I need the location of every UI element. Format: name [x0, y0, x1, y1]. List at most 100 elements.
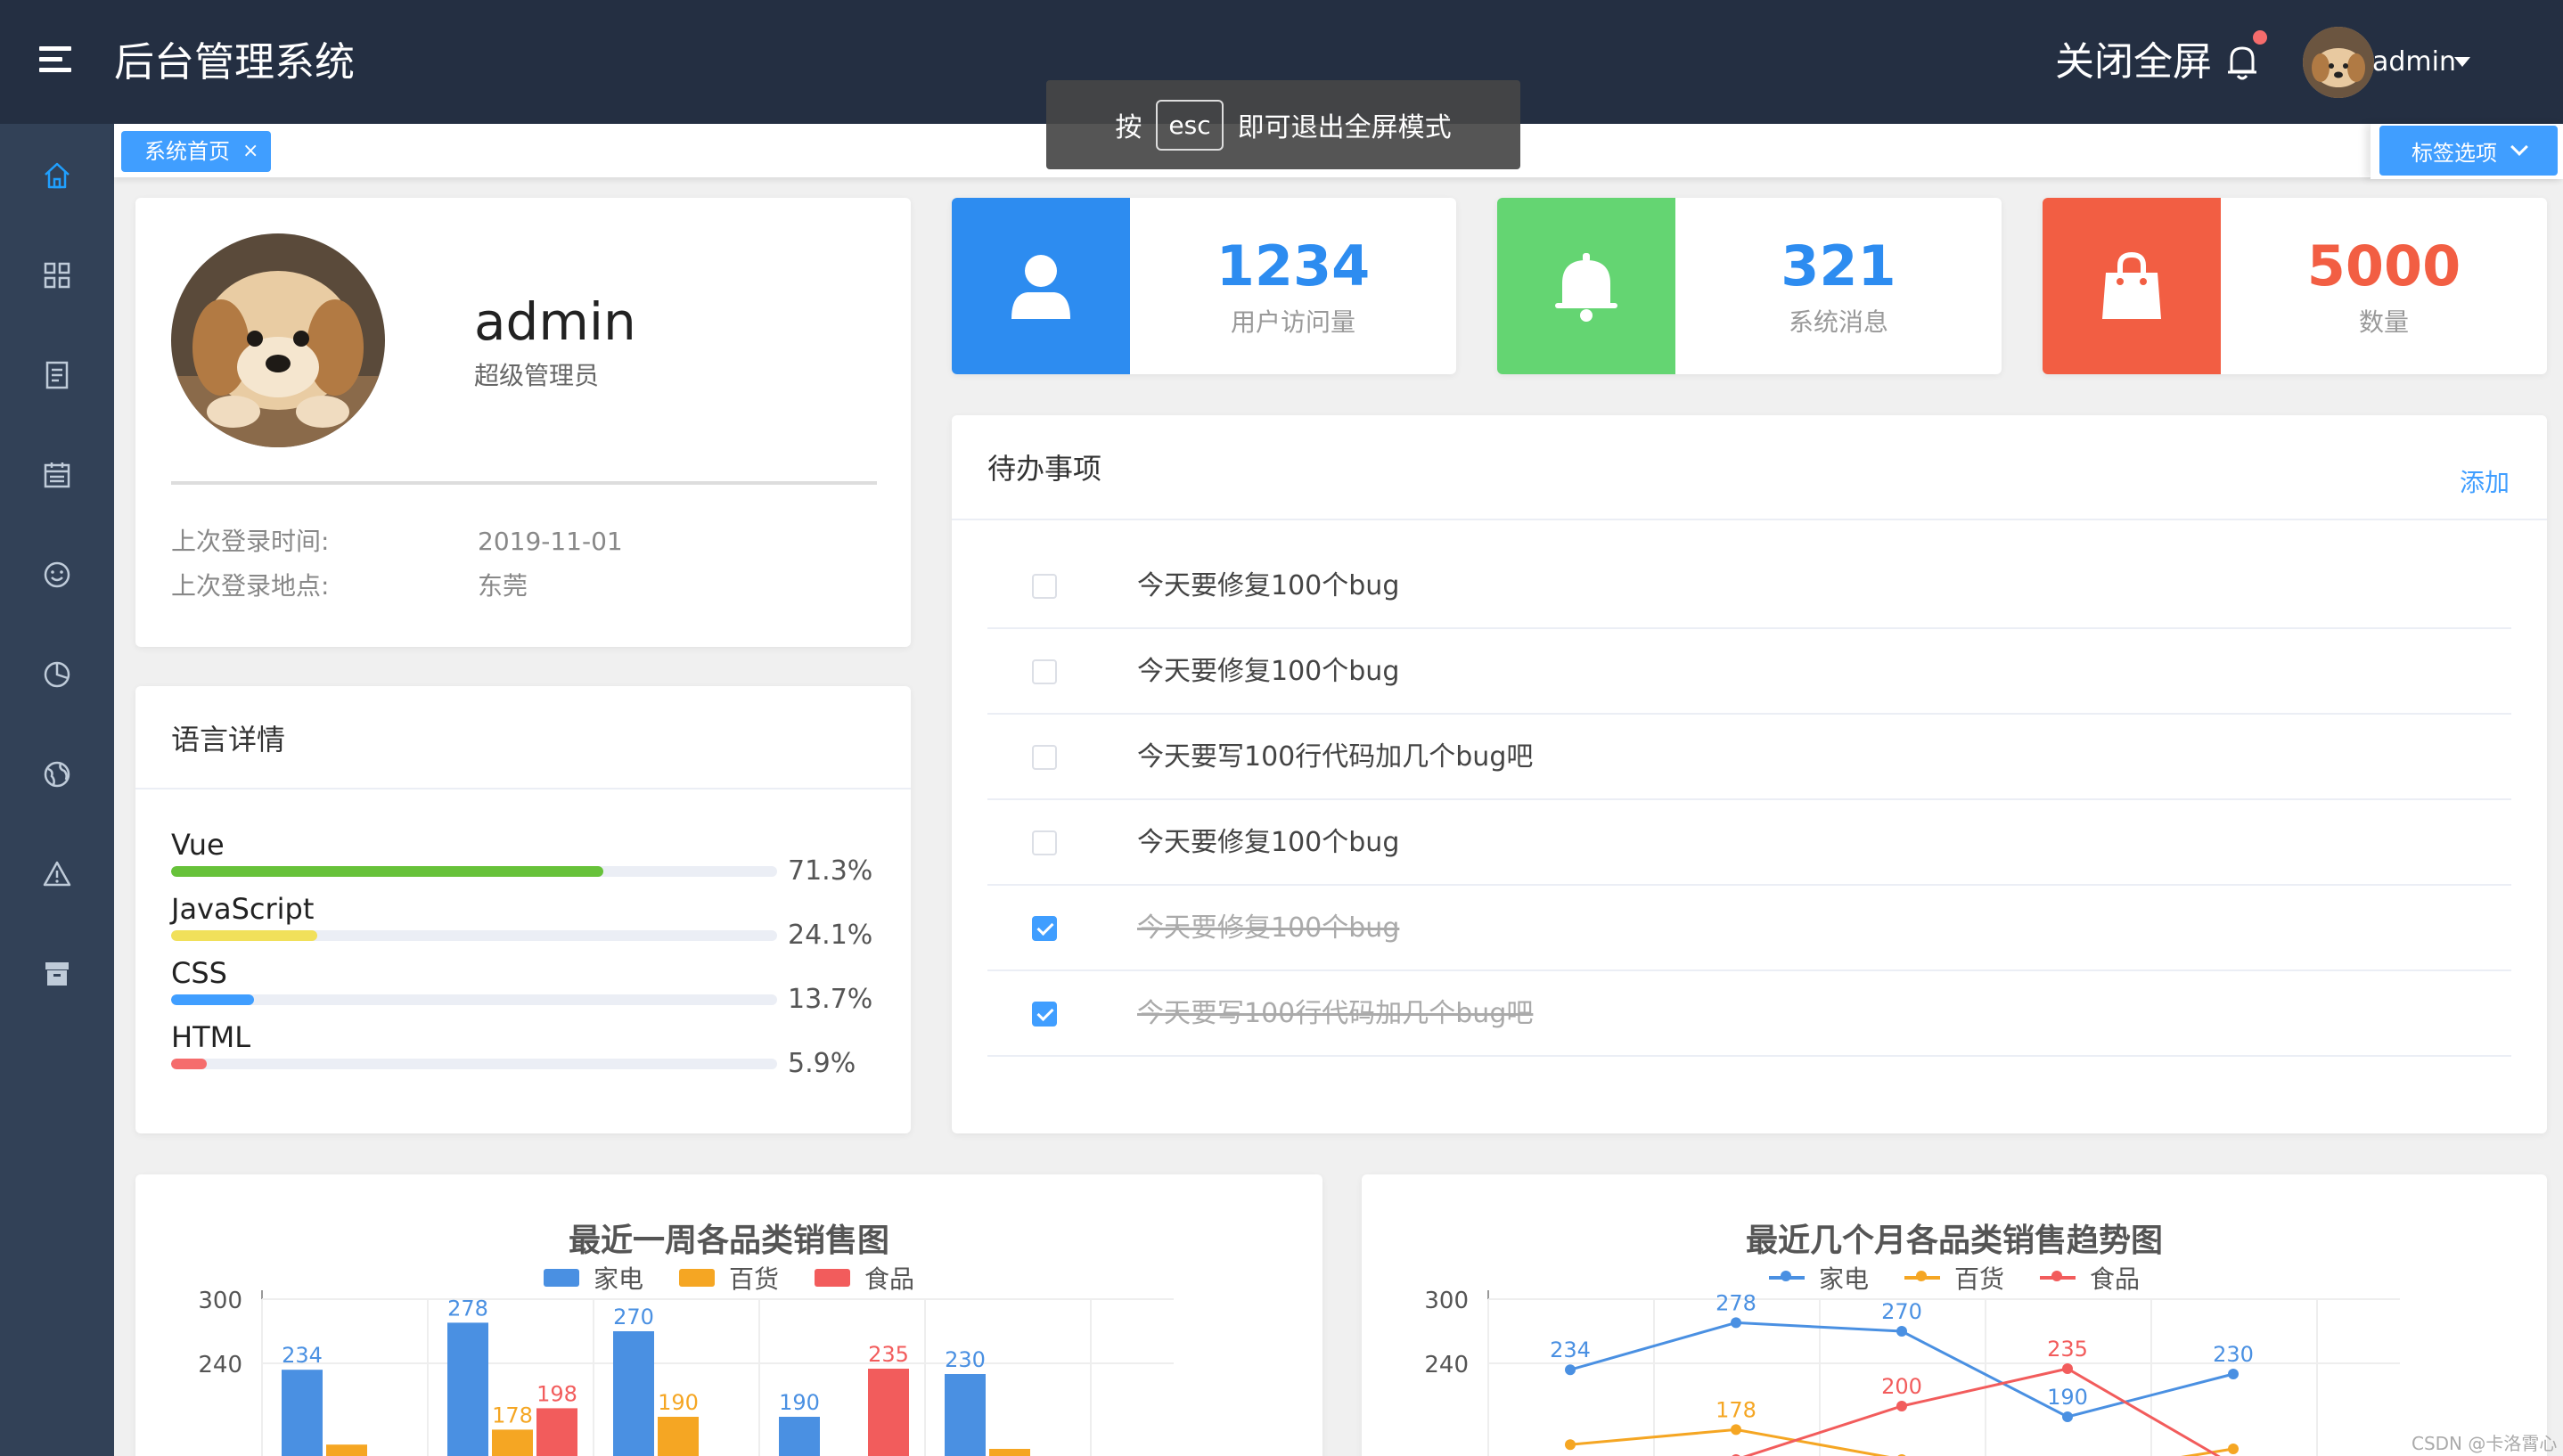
- todo-checkbox[interactable]: [1032, 830, 1057, 855]
- bar[interactable]: [779, 1417, 820, 1456]
- todo-checkbox[interactable]: [1032, 745, 1057, 770]
- sidebar-item-document[interactable]: [39, 357, 75, 393]
- language-progress-fill: [171, 866, 603, 877]
- language-name: CSS: [171, 956, 227, 990]
- todo-checkbox[interactable]: [1032, 659, 1057, 684]
- bar[interactable]: [536, 1408, 577, 1456]
- monthly-sales-line-chart-card: 最近几个月各品类销售趋势图 家电 百货 食品 300 240 234 278 270 190 2…: [1362, 1174, 2547, 1456]
- todo-checkbox[interactable]: [1032, 1002, 1057, 1027]
- bar[interactable]: [492, 1429, 533, 1456]
- point-value-label: 234: [1550, 1337, 1591, 1362]
- user-name[interactable]: admin: [2372, 45, 2456, 80]
- pie-chart-icon: [44, 661, 70, 688]
- profile-name: admin: [474, 291, 636, 352]
- stat-icon-box: [2043, 198, 2221, 374]
- smile-icon: [44, 561, 70, 588]
- data-point[interactable]: [1565, 1364, 1576, 1376]
- point-value-label: 230: [2213, 1342, 2254, 1367]
- bar[interactable]: [282, 1370, 323, 1456]
- sidebar-item-warning[interactable]: [39, 856, 75, 892]
- user-icon: [1011, 255, 1070, 319]
- sidebar-item-calendar[interactable]: [39, 457, 75, 493]
- bar[interactable]: [945, 1374, 986, 1456]
- notification-dot: [2253, 30, 2267, 45]
- tag-home[interactable]: 系统首页 ×: [121, 131, 272, 172]
- bar-value-label: 190: [658, 1390, 699, 1415]
- bar[interactable]: [613, 1331, 654, 1456]
- close-icon[interactable]: ×: [242, 131, 258, 172]
- warning-icon: [43, 861, 71, 887]
- data-point[interactable]: [1731, 1424, 1741, 1436]
- last-login-place: 东莞: [478, 571, 528, 601]
- bar[interactable]: [447, 1322, 488, 1456]
- data-point[interactable]: [1565, 1439, 1576, 1451]
- language-progress-bar: [171, 1059, 777, 1069]
- data-point[interactable]: [2062, 1411, 2073, 1422]
- stat-card-quantity: 5000 数量: [2043, 198, 2547, 374]
- language-percent: 13.7%: [788, 984, 873, 1015]
- point-value-label: 178: [1715, 1397, 1756, 1422]
- sidebar-item-archive[interactable]: [39, 956, 75, 992]
- tag-options-button[interactable]: 标签选项: [2379, 126, 2558, 176]
- bar[interactable]: [326, 1444, 367, 1456]
- data-point[interactable]: [2062, 1363, 2073, 1374]
- exit-fullscreen-button[interactable]: 关闭全屏: [2055, 36, 2212, 89]
- notification-bell-icon[interactable]: [2224, 43, 2260, 82]
- toast-prefix: 按: [1115, 112, 1142, 143]
- todo-checkbox[interactable]: [1032, 574, 1057, 599]
- bar-value-label: 235: [868, 1342, 909, 1367]
- todo-text: 今天要修复100个bug: [1137, 570, 1400, 601]
- document-icon: [45, 361, 69, 389]
- bar-value-label: 270: [613, 1305, 654, 1329]
- stat-value: 5000: [2306, 233, 2461, 299]
- sidebar-item-i18n[interactable]: [39, 757, 75, 792]
- sidebar-item-emoji[interactable]: [39, 557, 75, 593]
- tag-label: 系统首页: [144, 139, 230, 164]
- menu-toggle-icon[interactable]: [39, 46, 71, 75]
- y-tick-label: 300: [1424, 1288, 1469, 1314]
- user-avatar[interactable]: [2303, 27, 2374, 98]
- stat-card-messages: 321 系统消息: [1497, 198, 2002, 374]
- point-value-label: 190: [2047, 1385, 2088, 1410]
- language-progress-bar: [171, 994, 777, 1005]
- sidebar-item-grid[interactable]: [39, 258, 75, 293]
- bell-icon: [1555, 253, 1617, 322]
- bar-value-label: 190: [779, 1390, 820, 1415]
- tag-options-label: 标签选项: [2412, 140, 2497, 166]
- point-value-label: 200: [1881, 1374, 1922, 1399]
- series-line: [1569, 1427, 2234, 1456]
- stat-label: 用户访问量: [1230, 307, 1355, 337]
- point-value-label: 235: [2047, 1337, 2088, 1362]
- user-dropdown-caret-icon[interactable]: [2454, 57, 2470, 67]
- profile-role: 超级管理员: [474, 361, 600, 390]
- bar[interactable]: [989, 1449, 1030, 1456]
- bar-value-label: 230: [945, 1347, 986, 1372]
- language-name: HTML: [171, 1020, 251, 1054]
- language-progress-fill: [171, 994, 255, 1005]
- app-title: 后台管理系统: [114, 38, 356, 86]
- data-point[interactable]: [1896, 1326, 1907, 1337]
- data-point[interactable]: [1731, 1317, 1741, 1329]
- sidebar: [0, 124, 114, 1456]
- sidebar-item-home[interactable]: [39, 158, 75, 193]
- bar-value-label: 234: [282, 1343, 323, 1368]
- y-tick-label: 240: [198, 1352, 242, 1378]
- todo-checkbox[interactable]: [1032, 916, 1057, 941]
- bar[interactable]: [658, 1417, 699, 1456]
- todo-item: 今天要修复100个bug: [987, 886, 2511, 971]
- language-progress-fill: [171, 1059, 208, 1069]
- data-point[interactable]: [2228, 1444, 2239, 1454]
- bar[interactable]: [868, 1369, 909, 1456]
- language-card-title: 语言详情: [171, 723, 286, 757]
- todo-add-button[interactable]: 添加: [2460, 465, 2510, 501]
- last-login-time: 2019-11-01: [478, 527, 623, 556]
- stat-icon-box: [1497, 198, 1675, 374]
- bar-chart: 300 240 234 278 270 190 230 178 190 198 235: [198, 1288, 1174, 1456]
- data-point[interactable]: [1896, 1401, 1907, 1411]
- home-icon: [45, 162, 70, 189]
- sidebar-item-charts[interactable]: [39, 657, 75, 692]
- language-percent: 24.1%: [788, 920, 873, 951]
- todo-item: 今天要修复100个bug: [987, 800, 2511, 886]
- stat-value: 321: [1781, 233, 1896, 299]
- data-point[interactable]: [2228, 1369, 2239, 1379]
